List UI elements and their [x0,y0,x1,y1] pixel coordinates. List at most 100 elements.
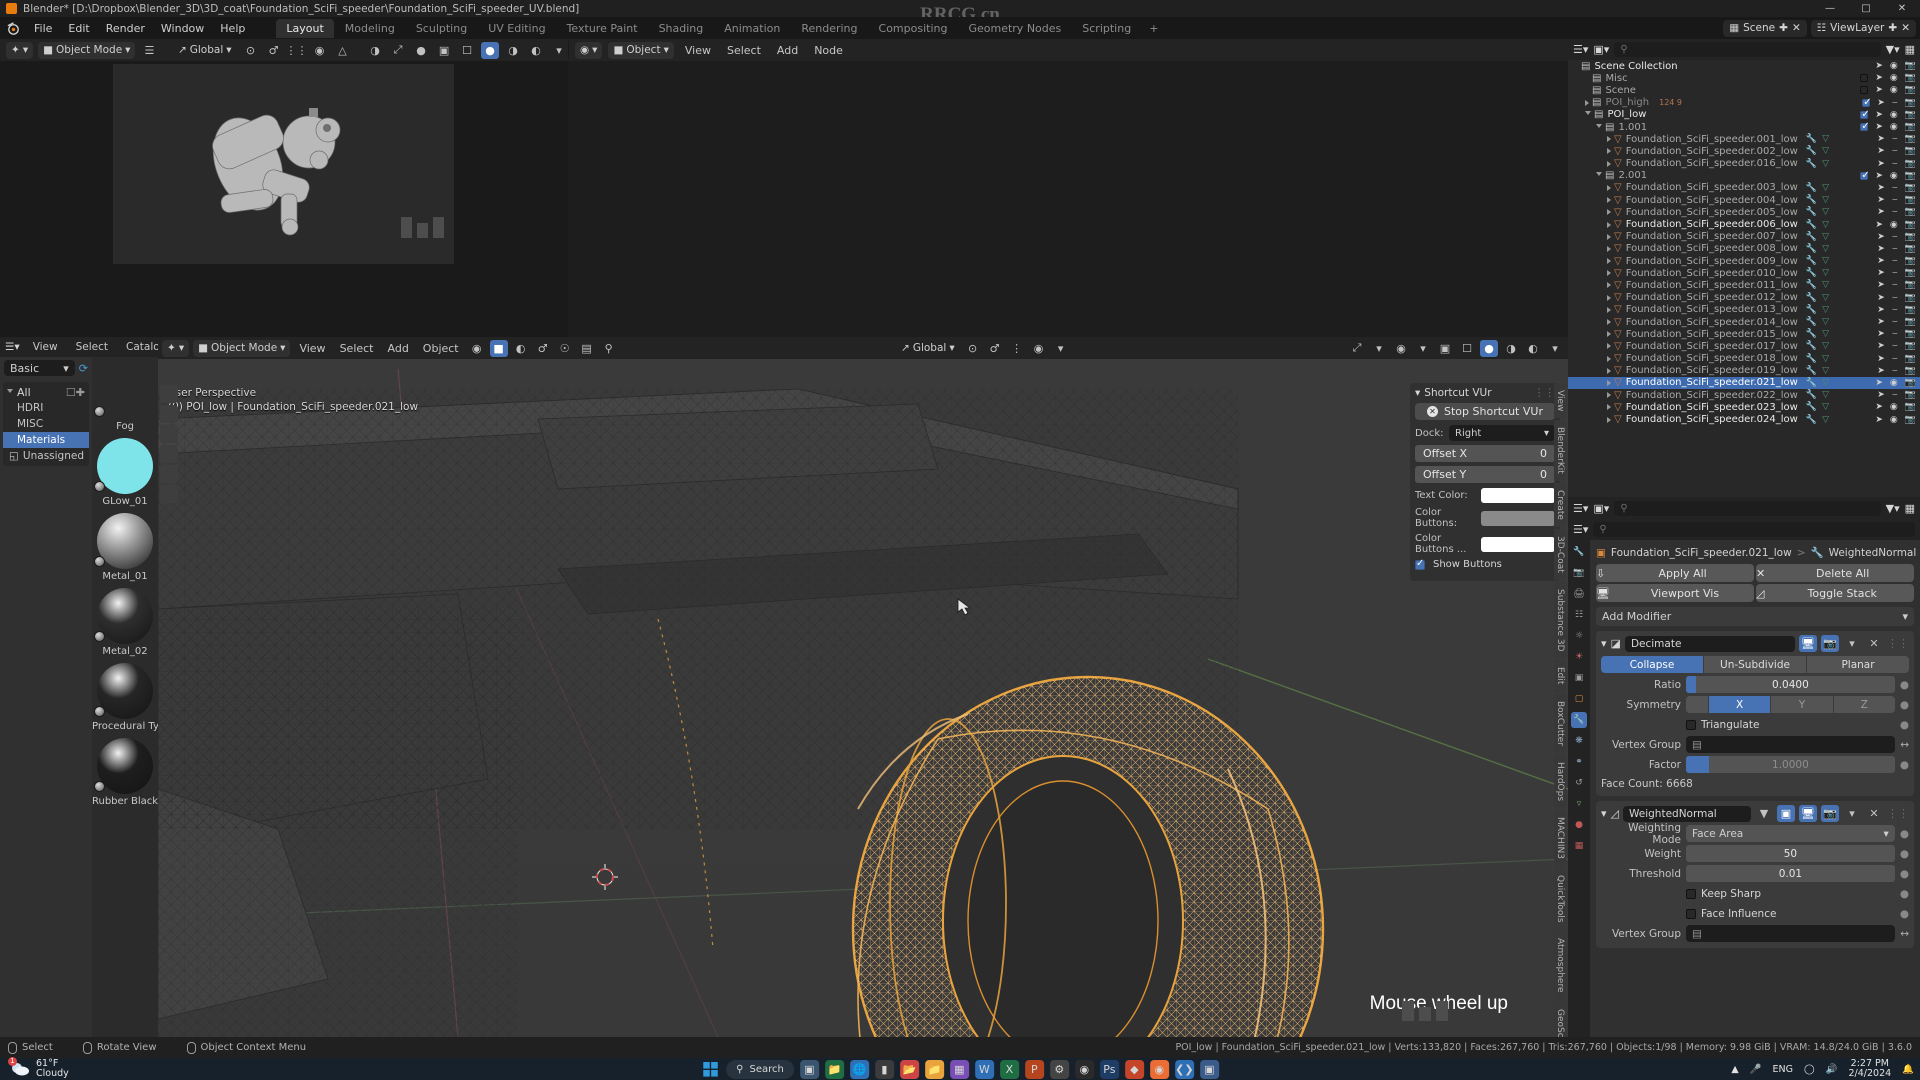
tab-modifiers-icon[interactable]: 🔧 [1571,712,1587,728]
add-workspace-button[interactable]: + [1143,19,1164,38]
asset-item[interactable]: Rubber Black [92,738,158,807]
animate-property-dot[interactable]: ● [1900,888,1909,900]
tab-render-icon[interactable]: 📷 [1571,565,1587,581]
outliner-exclude-checkbox[interactable] [1860,121,1870,132]
language-indicator[interactable]: ENG [1773,1064,1793,1075]
proportional-edit-icon[interactable]: ◉ [1030,340,1048,357]
weightednormal-extras-icon[interactable]: ▾ [1843,805,1861,822]
show-buttons-checkbox[interactable] [1415,558,1425,570]
outliner-visible-eye-icon[interactable]: ◉ [1890,61,1898,71]
delete-all-button[interactable]: ✕ Delete All [1756,564,1914,582]
modifier-icon[interactable]: 🔧 [1806,378,1817,388]
viewport-xray-icon[interactable]: ▣ [1436,340,1454,357]
decimate-vertexgroup-field[interactable]: ▤ [1686,736,1896,753]
outliner-visible-eye-icon[interactable]: ⌣ [1892,232,1898,242]
overlays-icon[interactable]: ● [412,42,430,59]
asset-editor-type-icon[interactable]: ☰▾ [5,341,20,353]
npanel-tab-substance-3d[interactable]: Substance 3D [1554,581,1566,659]
outliner-exclude-checkbox[interactable] [1860,86,1869,95]
outliner-selectable-icon[interactable]: ➤ [1877,183,1885,193]
mesh-data-icon[interactable]: ▽ [1822,207,1829,217]
viewport-shading-rendered-icon[interactable]: ◐ [1524,340,1542,357]
app-edge-icon[interactable]: 🌐 [849,1059,869,1079]
outliner-selectable-icon[interactable]: ➤ [1877,280,1885,290]
expand-triangle-icon[interactable] [1607,367,1611,374]
app-files-icon[interactable]: 📁 [924,1059,944,1079]
outliner-row[interactable]: ▽ Foundation_SciFi_speeder.017_low 🔧 ▽ ➤ ⌣ 📷 [1568,340,1920,352]
tool-rotate-icon[interactable] [160,465,178,483]
viewport-shading-material-icon[interactable]: ◑ [1502,340,1520,357]
app-chrome-icon[interactable]: ◉ [1149,1059,1169,1079]
text-color-swatch[interactable] [1481,488,1555,503]
mesh-data-icon[interactable]: ▽ [1822,256,1829,266]
mesh-data-icon[interactable]: ▽ [1822,366,1829,376]
outliner-selectable-icon[interactable]: ➤ [1877,341,1885,351]
mesh-data-icon[interactable]: ▽ [1822,220,1829,230]
modifier-icon[interactable]: 🔧 [1806,268,1817,278]
outliner-selectable-icon[interactable]: ➤ [1875,73,1883,83]
unlink-scene-icon[interactable]: ✕ [1792,22,1801,34]
menu-render[interactable]: Render [99,20,152,37]
outliner-selectable-icon[interactable]: ➤ [1875,61,1883,71]
decimate-symmetry-z[interactable]: Z [1833,696,1895,713]
animate-property-dot[interactable]: ● [1900,828,1909,840]
shading-rendered-icon[interactable]: ◐ [527,42,545,59]
tab-constraints-icon[interactable]: ↺ [1571,775,1587,791]
asset-menu-view[interactable]: View [28,340,63,354]
outliner-exclude-checkbox[interactable] [1862,97,1872,108]
outliner-render-camera-icon[interactable]: 📷 [1905,134,1916,144]
outliner-visible-eye-icon[interactable]: ◉ [1890,378,1898,388]
outliner-selectable-icon[interactable]: ➤ [1877,329,1885,339]
expand-triangle-icon[interactable] [1607,355,1611,362]
npanel-tab-create[interactable]: Create [1554,483,1566,528]
outliner-render-camera-icon[interactable]: 📷 [1905,98,1916,108]
apply-all-button[interactable]: ⇩ Apply All [1596,564,1754,582]
tool-selector[interactable]: ✦ ▾ [6,41,34,59]
transform-orientation-dropdown[interactable]: ↗ Global ▾ [173,42,237,59]
outliner-visible-eye-icon[interactable]: ◉ [1890,171,1898,181]
outliner-render-camera-icon[interactable]: 📷 [1905,378,1916,388]
expand-triangle-icon[interactable] [1607,379,1611,386]
shading-material-icon[interactable]: ◑ [504,42,522,59]
asset-catalog-hdri[interactable]: HDRI [3,400,89,416]
outliner-selectable-icon[interactable]: ➤ [1877,244,1885,254]
weightednormal-editmode-icon[interactable]: ▼ [1755,805,1773,822]
npanel-tab-machin3[interactable]: MACHIN3 [1554,809,1566,866]
decimate-triangulate-checkbox[interactable] [1686,719,1696,730]
app-misc-icon[interactable]: ▣ [1199,1059,1219,1079]
outliner-display-mode-icon-2[interactable]: ▣▾ [1593,502,1609,515]
decimate-name-field[interactable]: Decimate [1624,635,1795,652]
asset-item[interactable]: GLow_01 [92,438,158,507]
outliner-selectable-icon[interactable]: ➤ [1877,268,1885,278]
outliner-row[interactable]: ▽ Foundation_SciFi_speeder.022_low 🔧 ▽ ➤ ⌣ 📷 [1568,389,1920,401]
volume-icon[interactable]: 🔊 [1826,1064,1838,1075]
decimate-ratio-slider[interactable]: 0.0400 [1686,676,1895,693]
weightednormal-render-icon[interactable]: 📷 [1821,805,1839,822]
outliner-row[interactable]: ▽ Foundation_SciFi_speeder.006_low 🔧 ▽ ➤ ◉ 📷 [1568,218,1920,230]
outliner-render-camera-icon[interactable]: 📷 [1905,244,1916,254]
asset-item[interactable]: Fog [92,363,158,432]
collapse-triangle-icon[interactable] [1585,111,1591,118]
outliner-row[interactable]: ▽ Foundation_SciFi_speeder.014_low 🔧 ▽ ➤ ⌣ 📷 [1568,316,1920,328]
outliner-selectable-icon[interactable]: ➤ [1875,122,1883,132]
expand-triangle-icon[interactable] [1607,343,1611,350]
outliner-row[interactable]: ▽ Foundation_SciFi_speeder.021_low 🔧 ▽ ➤ ◉ 📷 [1568,376,1920,390]
modifier-icon[interactable]: 🔧 [1806,159,1817,169]
outliner-visible-eye-icon[interactable]: ⌣ [1892,159,1898,169]
expand-triangle-icon[interactable] [1607,197,1611,204]
wifi-icon[interactable]: ◯ [1804,1064,1815,1075]
outliner-exclude-checkbox[interactable] [1860,109,1870,120]
mesh-data-icon[interactable]: ▽ [1822,305,1829,315]
tool-cursor-icon[interactable] [160,425,178,443]
xray-icon[interactable]: ▣ [435,42,453,59]
viewport-vis-button[interactable]: 🖥 Viewport Vis [1596,584,1754,602]
modifier-icon[interactable]: 🔧 [1806,317,1817,327]
outliner-row[interactable]: ▽ Foundation_SciFi_speeder.008_low 🔧 ▽ ➤ ⌣ 📷 [1568,243,1920,255]
viewport-canvas[interactable]: User Perspective (0) POI_low | Foundatio… [158,359,1568,1037]
outliner-row[interactable]: ▤POI_low ➤ ◉ 📷 [1568,109,1920,121]
modifier-icon[interactable]: 🔧 [1806,354,1817,364]
workspace-tab-layout[interactable]: Layout [276,18,334,38]
expand-triangle-icon[interactable] [1607,331,1611,338]
npanel-tab-atmosphere[interactable]: Atmosphere [1554,931,1566,1000]
outliner-render-camera-icon[interactable]: 📷 [1905,73,1916,83]
